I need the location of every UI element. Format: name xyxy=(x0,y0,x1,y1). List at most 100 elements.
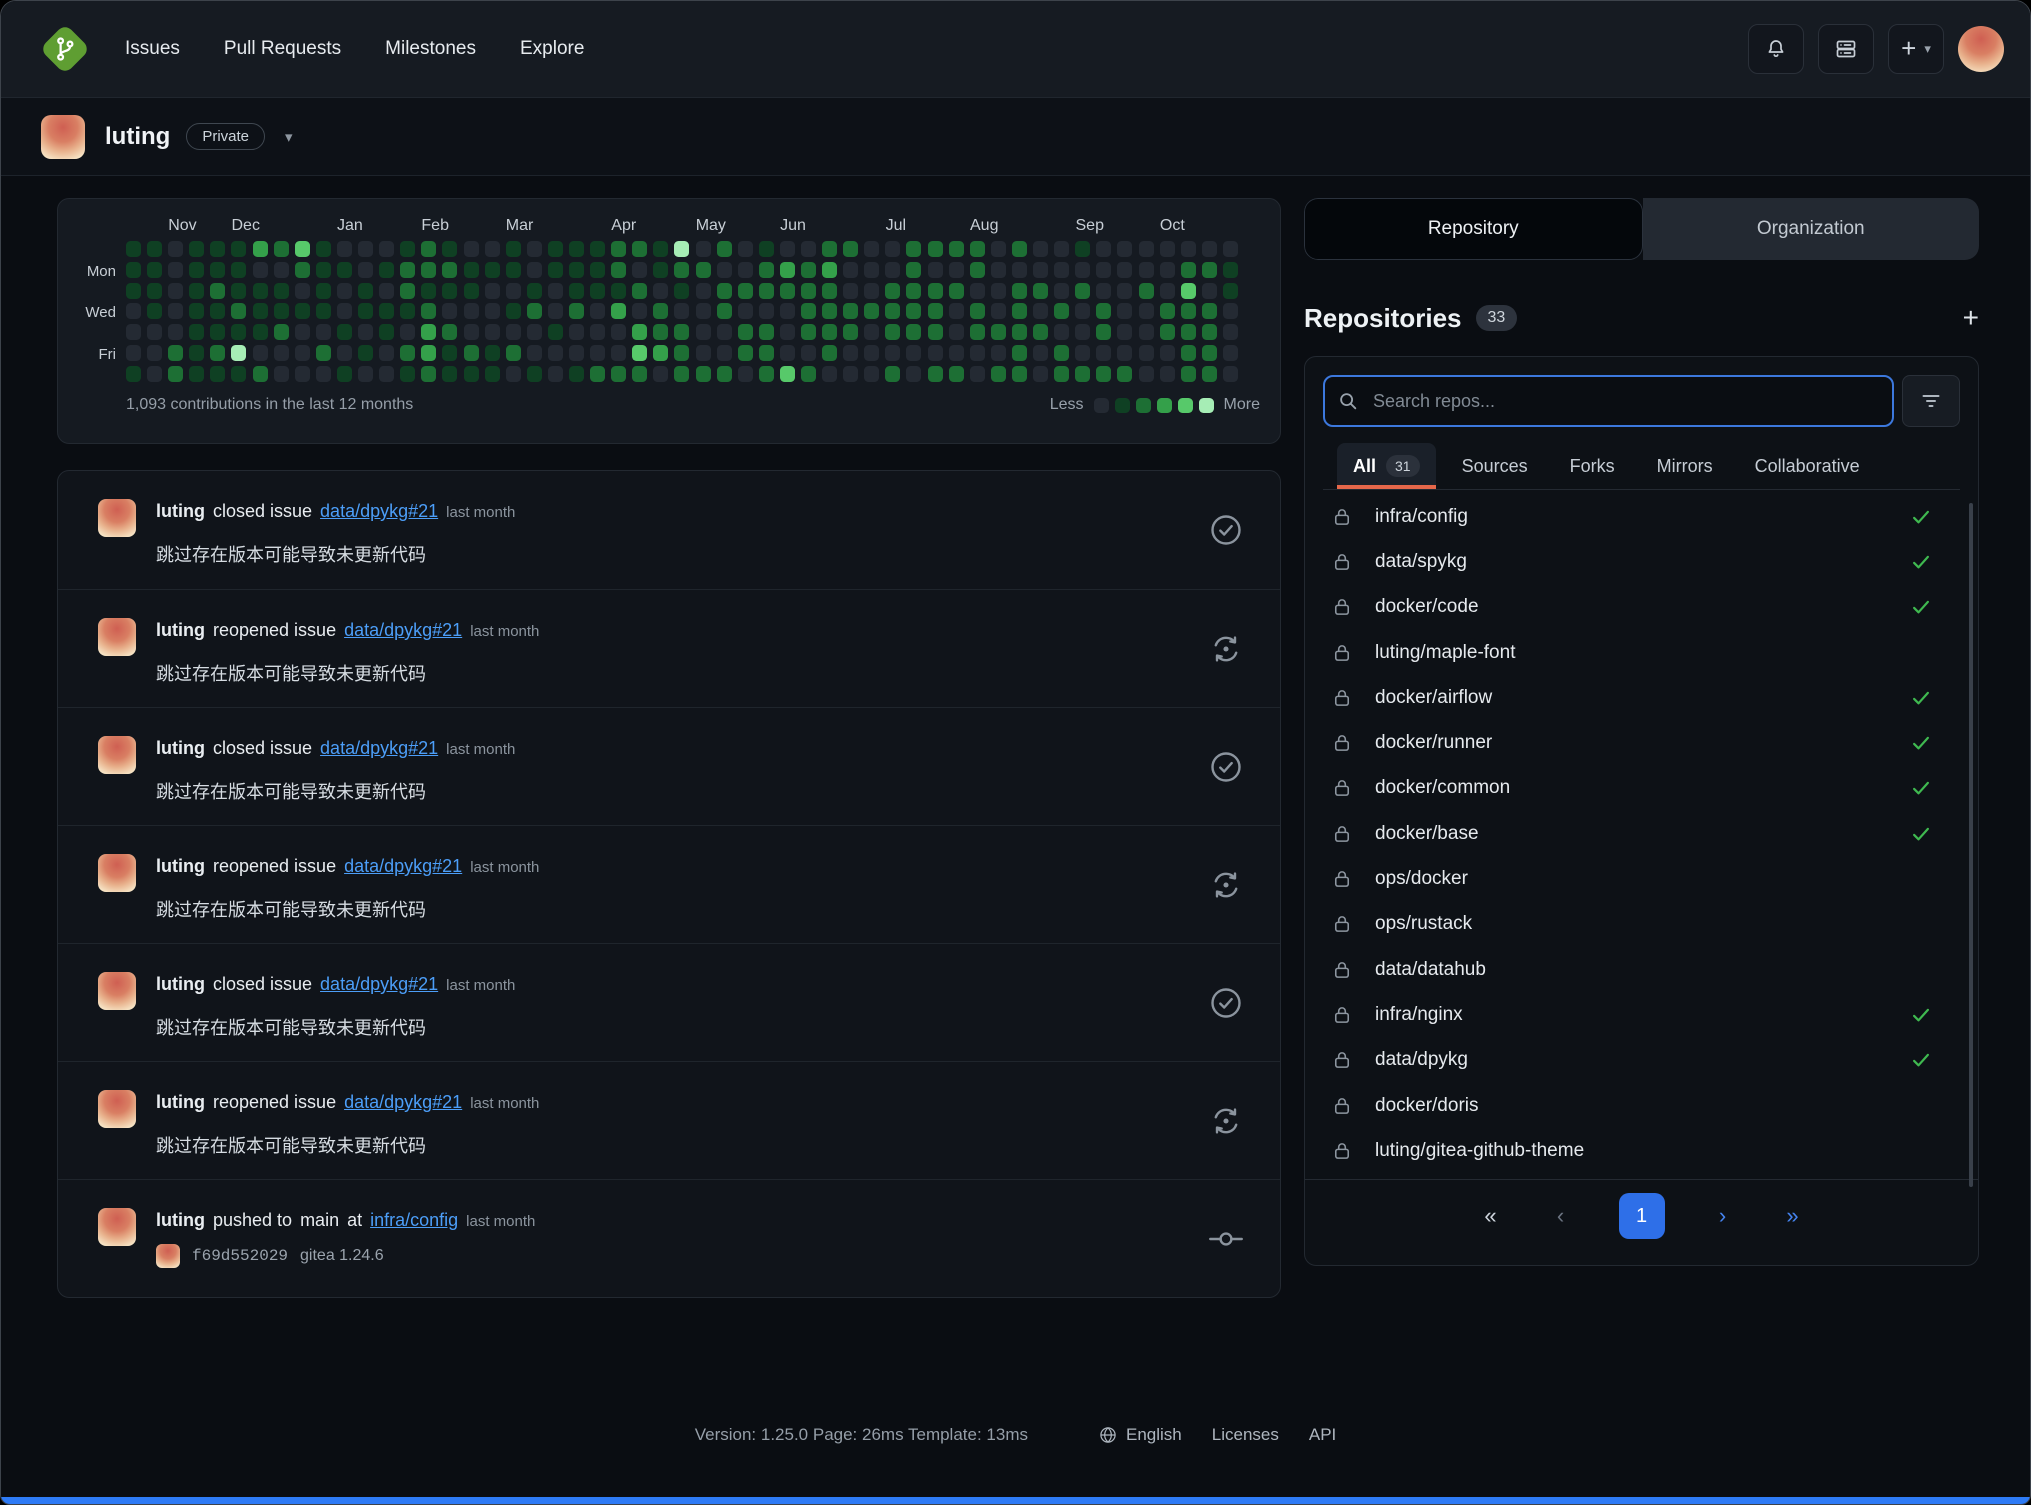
repo-list-item[interactable]: data/spykg xyxy=(1323,539,1960,584)
repo-search-input[interactable] xyxy=(1371,390,1880,413)
actor-avatar[interactable] xyxy=(98,972,136,1010)
repo-name[interactable]: docker/common xyxy=(1375,777,1510,799)
actor-avatar[interactable] xyxy=(98,499,136,537)
heatmap-cell xyxy=(1139,262,1154,278)
profile-username[interactable]: luting xyxy=(105,123,170,151)
filter-tab-collaborative[interactable]: Collaborative xyxy=(1739,444,1876,489)
heatmap-cell xyxy=(738,345,753,361)
footer-link-api[interactable]: API xyxy=(1309,1425,1336,1445)
repo-filter-button[interactable] xyxy=(1902,375,1960,427)
profile-avatar[interactable] xyxy=(41,115,85,159)
heatmap-cell xyxy=(1181,262,1196,278)
actor-avatar[interactable] xyxy=(98,736,136,774)
pagination-first[interactable]: « xyxy=(1479,1203,1503,1229)
tab-organization[interactable]: Organization xyxy=(1643,198,1980,260)
repo-name[interactable]: luting/gitea-github-theme xyxy=(1375,1140,1584,1162)
heatmap-week-column xyxy=(1181,241,1196,382)
pagination-last[interactable]: » xyxy=(1781,1203,1805,1229)
filter-tab-sources[interactable]: Sources xyxy=(1446,444,1544,489)
heatmap-cell xyxy=(464,283,479,299)
repo-issue-link[interactable]: data/dpykg#21 xyxy=(320,501,438,521)
repo-list-item[interactable]: data/datahub xyxy=(1323,947,1960,992)
repo-issue-link[interactable]: data/dpykg#21 xyxy=(320,738,438,758)
nav-link-explore[interactable]: Explore xyxy=(520,38,584,60)
repo-list-item[interactable]: docker/runner xyxy=(1323,720,1960,765)
heatmap-cell xyxy=(843,366,858,382)
actor-avatar[interactable] xyxy=(98,854,136,892)
repo-name[interactable]: docker/base xyxy=(1375,823,1479,845)
repo-issue-link[interactable]: infra/config xyxy=(370,1210,458,1230)
heatmap-cell xyxy=(337,345,352,361)
footer-link-english[interactable]: English xyxy=(1098,1425,1182,1445)
user-avatar[interactable] xyxy=(1958,26,2004,72)
repo-name[interactable]: docker/code xyxy=(1375,596,1479,618)
repo-name[interactable]: data/dpykg xyxy=(1375,1049,1468,1071)
repo-name[interactable]: docker/runner xyxy=(1375,732,1492,754)
filter-tab-all[interactable]: All31 xyxy=(1337,443,1436,489)
lock-icon xyxy=(1331,641,1353,665)
repo-list-item[interactable]: infra/nginx xyxy=(1323,992,1960,1037)
actions-runner-button[interactable] xyxy=(1818,24,1874,74)
heatmap-week-column xyxy=(717,241,732,382)
repo-list-item[interactable]: ops/docker xyxy=(1323,856,1960,901)
actor-avatar[interactable] xyxy=(98,618,136,656)
heatmap-cell xyxy=(210,366,225,382)
repo-name[interactable]: data/datahub xyxy=(1375,959,1486,981)
timestamp: last month xyxy=(446,741,515,758)
repo-list-item[interactable]: docker/doris xyxy=(1323,1083,1960,1128)
heatmap-cell xyxy=(358,262,373,278)
tab-repository[interactable]: Repository xyxy=(1304,198,1643,260)
filter-tab-forks[interactable]: Forks xyxy=(1554,444,1631,489)
gitea-logo-icon[interactable] xyxy=(40,24,91,75)
repo-list-item[interactable]: ops/rustack xyxy=(1323,902,1960,947)
profile-dropdown-caret-icon[interactable]: ▾ xyxy=(285,128,293,146)
pagination-prev[interactable]: ‹ xyxy=(1549,1203,1573,1229)
add-repository-button[interactable]: + xyxy=(1963,304,1979,332)
repo-issue-link[interactable]: data/dpykg#21 xyxy=(344,1092,462,1112)
heatmap-cell xyxy=(717,366,732,382)
repo-issue-link[interactable]: data/dpykg#21 xyxy=(320,974,438,994)
heatmap-cell xyxy=(1139,283,1154,299)
heatmap-cell xyxy=(1181,283,1196,299)
footer-link-licenses[interactable]: Licenses xyxy=(1212,1425,1279,1445)
repo-list-item[interactable]: luting/maple-font xyxy=(1323,630,1960,675)
repo-name[interactable]: luting/maple-font xyxy=(1375,642,1515,664)
commit-sha[interactable]: f69d552029 xyxy=(192,1247,288,1265)
nav-link-issues[interactable]: Issues xyxy=(125,38,180,60)
notifications-button[interactable] xyxy=(1748,24,1804,74)
repo-list-item[interactable]: luting/gitea-github-theme xyxy=(1323,1128,1960,1173)
repo-list-item[interactable]: docker/base xyxy=(1323,811,1960,856)
repo-list-scrollbar[interactable] xyxy=(1969,503,1973,1187)
repo-issue-link[interactable]: data/dpykg#21 xyxy=(344,856,462,876)
actor-avatar[interactable] xyxy=(98,1208,136,1246)
repo-name[interactable]: infra/nginx xyxy=(1375,1004,1463,1026)
repo-list-item[interactable]: docker/airflow xyxy=(1323,675,1960,720)
repo-name[interactable]: ops/docker xyxy=(1375,868,1468,890)
repo-name[interactable]: ops/rustack xyxy=(1375,913,1472,935)
repo-list-item[interactable]: data/dpykg xyxy=(1323,1038,1960,1083)
create-new-button[interactable]: + ▾ xyxy=(1888,24,1944,74)
actor-avatar[interactable] xyxy=(98,1090,136,1128)
heatmap-cell xyxy=(928,262,943,278)
heatmap-cell xyxy=(358,303,373,319)
pagination-current-page[interactable]: 1 xyxy=(1619,1193,1665,1239)
heatmap-cell xyxy=(189,303,204,319)
repo-list-item[interactable]: docker/code xyxy=(1323,585,1960,630)
repo-list-item[interactable]: docker/common xyxy=(1323,766,1960,811)
repo-name[interactable]: infra/config xyxy=(1375,506,1468,528)
heatmap-cell xyxy=(970,324,985,340)
repo-issue-link[interactable]: data/dpykg#21 xyxy=(344,620,462,640)
heatmap-cell xyxy=(611,262,626,278)
heatmap-cell xyxy=(548,262,563,278)
nav-link-pull-requests[interactable]: Pull Requests xyxy=(224,38,341,60)
nav-link-milestones[interactable]: Milestones xyxy=(385,38,476,60)
repo-name[interactable]: docker/doris xyxy=(1375,1095,1479,1117)
heatmap-cell xyxy=(1054,324,1069,340)
heatmap-cell xyxy=(949,262,964,278)
repo-name[interactable]: docker/airflow xyxy=(1375,687,1492,709)
repo-list-item[interactable]: infra/config xyxy=(1323,494,1960,539)
pagination-next[interactable]: › xyxy=(1711,1203,1735,1229)
repo-name[interactable]: data/spykg xyxy=(1375,551,1467,573)
filter-tab-mirrors[interactable]: Mirrors xyxy=(1641,444,1729,489)
heatmap-week-column xyxy=(527,241,542,382)
